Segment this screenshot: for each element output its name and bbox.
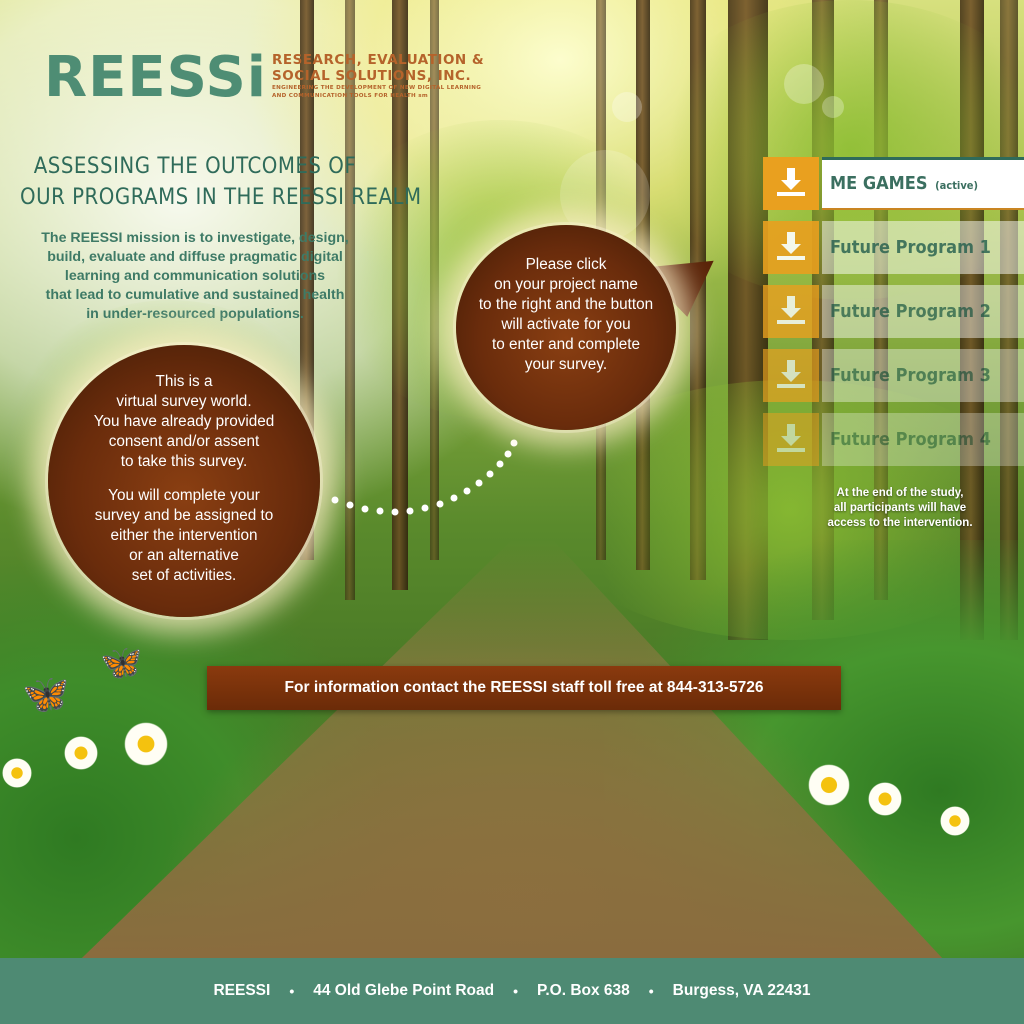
program-button-future-4[interactable]: Future Program 4	[763, 413, 1024, 466]
footer-address: 44 Old Glebe Point Road	[313, 982, 495, 999]
program-button-future-2[interactable]: Future Program 2	[763, 285, 1024, 338]
download-icon	[763, 413, 819, 466]
daisy-icon	[868, 782, 902, 816]
download-icon	[763, 349, 819, 402]
program-label: Future Program 1	[822, 221, 1024, 274]
daisy-icon	[124, 722, 168, 766]
daisy-icon	[2, 758, 32, 788]
reessi-logo: REESSi RESEARCH, EVALUATION & SOCIAL SOL…	[44, 46, 514, 126]
download-icon	[763, 285, 819, 338]
footer-city: Burgess, VA 22431	[672, 982, 811, 999]
mission-statement: The REESSI mission is to investigate, de…	[41, 230, 349, 322]
page-title: ASSESSING THE OUTCOMES OF OUR PROGRAMS I…	[20, 154, 422, 210]
footer-address-bar: REESSI • 44 Old Glebe Point Road • P.O. …	[0, 958, 1024, 1024]
program-button-me-games[interactable]: ME GAMES (active)	[763, 157, 1024, 210]
dotted-connector	[331, 439, 518, 516]
footer-separator: •	[648, 983, 654, 999]
program-label: Future Program 2	[822, 285, 1024, 338]
butterfly-icon: 🦋	[100, 644, 143, 682]
footer-po-box: P.O. Box 638	[537, 982, 630, 999]
daisy-icon	[64, 736, 98, 770]
program-label: Future Program 3	[822, 349, 1024, 402]
logo-mark: REESSi	[44, 45, 267, 110]
download-icon	[763, 157, 819, 210]
program-button-future-1[interactable]: Future Program 1	[763, 221, 1024, 274]
footer-separator: •	[513, 983, 518, 999]
logo-company-name: RESEARCH, EVALUATION & SOCIAL SOLUTIONS,…	[272, 52, 485, 84]
download-icon	[763, 221, 819, 274]
active-badge: (active)	[935, 179, 979, 192]
logo-tagline: ENGINEERING THE DEVELOPMENT OF NEW DIGIT…	[272, 85, 482, 99]
contact-banner: For information contact the REESSI staff…	[207, 666, 841, 710]
program-list: ME GAMES (active) Future Program 1 Futur…	[763, 157, 1024, 477]
butterfly-icon: 🦋	[22, 674, 70, 716]
survey-info-bubble: This is a virtual survey world. You have…	[48, 345, 320, 617]
end-of-study-note: At the end of the study, all participant…	[827, 487, 973, 529]
program-label: Future Program 4	[822, 413, 1024, 466]
instruction-bubble: Please click on your project name to the…	[456, 225, 676, 430]
daisy-icon	[808, 764, 850, 806]
daisy-icon	[940, 806, 970, 836]
program-label: ME GAMES	[830, 173, 928, 194]
footer-separator: •	[289, 983, 295, 999]
program-button-future-3[interactable]: Future Program 3	[763, 349, 1024, 402]
footer-org: REESSI	[213, 982, 271, 999]
